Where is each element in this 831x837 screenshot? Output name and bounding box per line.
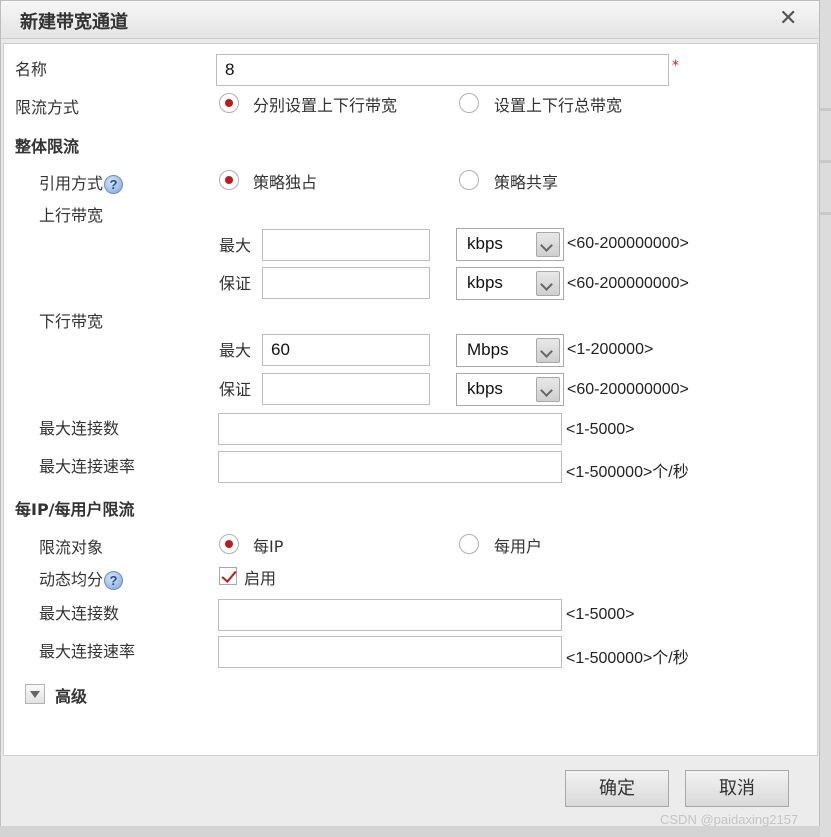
max-connections-hint: <1-5000> (566, 421, 635, 438)
radio-per-user-label: 每用户 (494, 537, 543, 556)
upstream-max-unit-select[interactable]: kbps (456, 228, 564, 261)
downstream-max-unit-select[interactable]: Mbps (456, 334, 564, 367)
ok-button[interactable]: 确定 (565, 770, 669, 807)
dialog-titlebar: 新建带宽通道 ✕ (1, 1, 819, 39)
radio-per-ip-label: 每IP (253, 537, 284, 556)
per-ip-max-connections-input[interactable] (218, 599, 562, 631)
radio-policy-exclusive-label: 策略独占 (253, 173, 318, 192)
limit-mode-label: 限流方式 (15, 98, 80, 117)
upstream-guarantee-unit-value: kbps (467, 273, 503, 292)
name-label: 名称 (15, 60, 48, 79)
per-ip-max-connections-label: 最大连接数 (39, 604, 120, 623)
chevron-down-icon[interactable] (536, 338, 560, 363)
radio-separate-bandwidth-label: 分别设置上下行带宽 (253, 96, 398, 115)
enable-checkbox[interactable] (219, 567, 237, 585)
chevron-down-icon[interactable] (536, 377, 560, 402)
upstream-label: 上行带宽 (39, 206, 104, 225)
chevron-down-icon[interactable] (536, 232, 560, 257)
dynamic-share-label: 动态均分? (39, 566, 124, 590)
radio-per-ip[interactable] (219, 534, 239, 554)
per-ip-max-connection-rate-hint: <1-500000>个/秒 (566, 650, 689, 667)
expand-triangle-icon[interactable] (25, 684, 45, 704)
radio-total-bandwidth-label: 设置上下行总带宽 (494, 96, 623, 115)
dialog-title: 新建带宽通道 (20, 12, 128, 33)
upstream-max-label: 最大 (219, 236, 252, 255)
enable-checkbox-label: 启用 (244, 569, 277, 588)
max-connections-input[interactable] (218, 413, 562, 445)
max-connection-rate-label: 最大连接速率 (39, 457, 136, 476)
advanced-toggle[interactable]: 高级 (55, 683, 87, 707)
downstream-guarantee-unit-value: kbps (467, 379, 503, 398)
downstream-guarantee-hint: <60-200000000> (567, 381, 689, 398)
help-icon[interactable]: ? (104, 571, 124, 590)
per-ip-max-connection-rate-input[interactable] (218, 636, 562, 668)
background-window-edge (820, 0, 831, 837)
overall-limit-heading: 整体限流 (15, 137, 80, 156)
downstream-max-label: 最大 (219, 341, 252, 360)
downstream-max-input[interactable] (262, 334, 430, 366)
per-ip-limit-heading: 每IP/每用户限流 (15, 500, 135, 519)
max-connection-rate-input[interactable] (218, 451, 562, 483)
radio-total-bandwidth[interactable] (459, 93, 479, 113)
radio-separate-bandwidth[interactable] (219, 93, 239, 113)
dialog-content: 名称 * 限流方式 分别设置上下行带宽 设置上下行总带宽 整体限流 引用方式? … (3, 43, 818, 756)
radio-policy-shared[interactable] (459, 170, 479, 190)
required-mark: * (672, 58, 679, 74)
downstream-guarantee-label: 保证 (219, 380, 252, 399)
radio-policy-exclusive[interactable] (219, 170, 239, 190)
max-connection-rate-hint: <1-500000>个/秒 (566, 464, 689, 481)
upstream-guarantee-label: 保证 (219, 274, 252, 293)
close-icon[interactable]: ✕ (779, 6, 797, 31)
downstream-max-hint: <1-200000> (567, 341, 654, 358)
per-ip-max-connection-rate-label: 最大连接速率 (39, 642, 136, 661)
downstream-guarantee-input[interactable] (262, 373, 430, 405)
upstream-guarantee-input[interactable] (262, 267, 430, 299)
dynamic-share-label-text: 动态均分 (39, 570, 104, 589)
chevron-down-icon[interactable] (536, 271, 560, 296)
limit-target-label: 限流对象 (39, 538, 104, 557)
cancel-button[interactable]: 取消 (685, 770, 789, 807)
radio-policy-shared-label: 策略共享 (494, 173, 559, 192)
upstream-guarantee-hint: <60-200000000> (567, 275, 689, 292)
downstream-max-unit-value: Mbps (467, 340, 509, 359)
name-input[interactable] (216, 54, 669, 86)
upstream-max-hint: <60-200000000> (567, 235, 689, 252)
radio-per-user[interactable] (459, 534, 479, 554)
upstream-max-input[interactable] (262, 229, 430, 261)
downstream-guarantee-unit-select[interactable]: kbps (456, 373, 564, 406)
upstream-max-unit-value: kbps (467, 234, 503, 253)
max-connections-label: 最大连接数 (39, 419, 120, 438)
help-icon[interactable]: ? (104, 175, 124, 194)
ref-mode-label-text: 引用方式 (39, 174, 104, 193)
ref-mode-label: 引用方式? (39, 170, 124, 194)
watermark: CSDN @paidaxing2157 (660, 812, 799, 827)
upstream-guarantee-unit-select[interactable]: kbps (456, 267, 564, 300)
per-ip-max-connections-hint: <1-5000> (566, 606, 635, 623)
new-bandwidth-channel-dialog: 新建带宽通道 ✕ 名称 * 限流方式 分别设置上下行带宽 设置上下行总带宽 整体… (0, 0, 820, 826)
downstream-label: 下行带宽 (39, 312, 104, 331)
